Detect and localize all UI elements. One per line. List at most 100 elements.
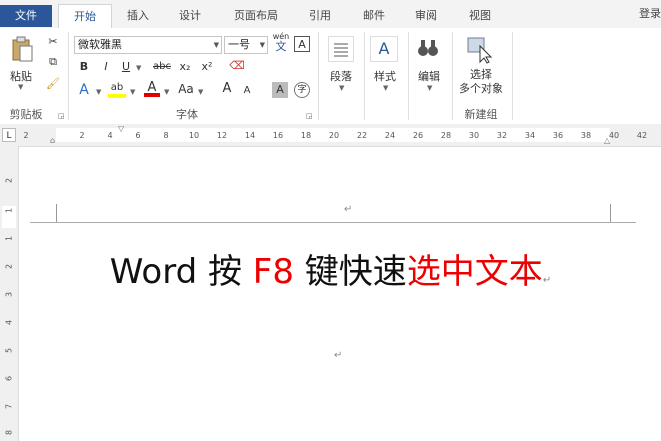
tab-mailings[interactable]: 邮件 bbox=[356, 6, 392, 26]
highlight-button[interactable]: ab bbox=[108, 80, 126, 98]
select-multiple-objects-label[interactable]: 选择 多个对象 bbox=[456, 68, 506, 96]
editing-button[interactable] bbox=[416, 36, 440, 60]
group-divider bbox=[452, 32, 453, 120]
font-color-dropdown-icon[interactable]: ▼ bbox=[164, 88, 169, 96]
subscript-button[interactable]: x₂ bbox=[176, 59, 194, 75]
chevron-down-icon: ▼ bbox=[259, 41, 265, 49]
font-size-combo[interactable]: 一号 ▼ bbox=[224, 36, 268, 54]
select-label-line2: 多个对象 bbox=[459, 82, 503, 95]
ruler-tick-label: 26 bbox=[412, 131, 424, 140]
styles-label[interactable]: 样式 bbox=[368, 68, 402, 84]
select-multiple-objects-button[interactable] bbox=[466, 36, 494, 64]
tab-references[interactable]: 引用 bbox=[302, 6, 338, 26]
italic-button[interactable]: I bbox=[98, 59, 114, 75]
ruler-tick-label: 18 bbox=[300, 131, 312, 140]
paste-button[interactable] bbox=[10, 36, 34, 64]
tab-home[interactable]: 开始 bbox=[58, 4, 112, 28]
left-indent-marker-icon[interactable]: ⌂ bbox=[50, 136, 55, 145]
paragraph-dropdown-icon[interactable]: ▼ bbox=[339, 84, 344, 92]
paragraph-button[interactable] bbox=[328, 36, 354, 62]
enclose-characters-button[interactable]: 字 bbox=[294, 82, 310, 98]
superscript-button[interactable]: x² bbox=[198, 59, 216, 75]
strikethrough-button[interactable]: abc bbox=[150, 59, 174, 75]
ruler-tick-label: 42 bbox=[636, 131, 648, 140]
vertical-ruler-tick-label: 1 bbox=[4, 207, 14, 214]
vertical-ruler-tick-label: 5 bbox=[4, 347, 14, 354]
tab-review[interactable]: 审阅 bbox=[408, 6, 444, 26]
heading-text-red: F8 bbox=[252, 252, 294, 292]
header-boundary-line bbox=[30, 222, 636, 223]
paragraph-mark: ↵ bbox=[344, 204, 353, 215]
format-painter-icon[interactable]: 🖌 bbox=[44, 76, 62, 92]
header-crop-mark bbox=[610, 204, 611, 222]
styles-icon[interactable]: A bbox=[370, 36, 398, 62]
ruler-tick-label: 22 bbox=[356, 131, 368, 140]
editing-label[interactable]: 编辑 bbox=[412, 68, 446, 84]
tab-design[interactable]: 设计 bbox=[172, 6, 208, 26]
binoculars-icon bbox=[418, 40, 438, 56]
text-effects-button[interactable]: A bbox=[76, 82, 92, 98]
character-shading-button[interactable]: A bbox=[272, 82, 288, 98]
change-case-dropdown-icon[interactable]: ▼ bbox=[198, 88, 203, 96]
group-divider bbox=[512, 32, 513, 120]
highlight-dropdown-icon[interactable]: ▼ bbox=[130, 88, 135, 96]
editing-dropdown-icon[interactable]: ▼ bbox=[427, 84, 432, 92]
paste-label[interactable]: 粘贴 bbox=[6, 68, 36, 84]
clear-formatting-icon[interactable]: ⌫ bbox=[228, 58, 246, 74]
tab-file[interactable]: 文件 bbox=[0, 5, 52, 27]
font-name-combo[interactable]: 微软雅黑 ▼ bbox=[74, 36, 222, 54]
change-case-button[interactable]: Aa bbox=[176, 81, 196, 97]
clipboard-launcher-icon[interactable]: ◲ bbox=[58, 112, 65, 120]
underline-dropdown-icon[interactable]: ▼ bbox=[136, 64, 141, 72]
paragraph-align-icon bbox=[334, 43, 348, 57]
ruler-tick-label: 30 bbox=[468, 131, 480, 140]
ruler-tick-label: 2 bbox=[23, 131, 29, 140]
grow-font-button[interactable]: A bbox=[220, 81, 234, 97]
highlight-color-bar bbox=[108, 94, 126, 98]
font-size-value: 一号 bbox=[228, 38, 250, 51]
vertical-ruler-tick-label: 1 bbox=[4, 235, 14, 242]
document-heading[interactable]: Word 按 F8 键快速选中文本↵ bbox=[0, 244, 661, 293]
login-link[interactable]: 登录 bbox=[636, 4, 661, 24]
tab-view[interactable]: 视图 bbox=[462, 6, 498, 26]
first-line-indent-marker-icon[interactable]: ▽ bbox=[118, 124, 124, 133]
underline-button[interactable]: U bbox=[118, 59, 134, 75]
ruler-tick-label: 12 bbox=[216, 131, 228, 140]
font-color-label: A bbox=[147, 80, 157, 95]
character-border-button[interactable]: A bbox=[294, 36, 310, 52]
phonetic-guide-button[interactable]: wén 文 bbox=[272, 32, 290, 53]
ruler-tick-label: 38 bbox=[580, 131, 592, 140]
group-divider bbox=[408, 32, 409, 120]
copy-icon[interactable]: ⧉ bbox=[44, 54, 62, 70]
heading-text-red: 选中文本 bbox=[406, 252, 543, 292]
font-group-label: 字体 bbox=[176, 108, 198, 121]
tab-insert[interactable]: 插入 bbox=[120, 6, 156, 26]
font-launcher-icon[interactable]: ◲ bbox=[306, 112, 313, 120]
styles-dropdown-icon[interactable]: ▼ bbox=[383, 84, 388, 92]
ruler-tick-label: 32 bbox=[496, 131, 508, 140]
text-effects-dropdown-icon[interactable]: ▼ bbox=[96, 88, 101, 96]
vertical-ruler-tick-label: 4 bbox=[4, 319, 14, 326]
right-indent-marker-icon[interactable]: △ bbox=[604, 136, 610, 145]
ribbon: 粘贴 ▼ ✂ ⧉ 🖌 剪贴板 ◲ 微软雅黑 ▼ 一号 ▼ wén 文 A B I… bbox=[0, 28, 661, 125]
phonetic-guide-char: 文 bbox=[275, 40, 287, 53]
ruler-tick-label: 36 bbox=[552, 131, 564, 140]
font-name-value: 微软雅黑 bbox=[78, 38, 122, 51]
tab-selector-button[interactable]: L bbox=[2, 128, 16, 142]
group-divider bbox=[318, 32, 319, 120]
tab-page-layout[interactable]: 页面布局 bbox=[226, 6, 286, 26]
ruler-tick-label: 8 bbox=[163, 131, 169, 140]
clipboard-icon bbox=[12, 36, 33, 62]
shrink-font-button[interactable]: A bbox=[240, 83, 254, 99]
ruler-tick-label: 14 bbox=[244, 131, 256, 140]
ruler-tick-label: 2 bbox=[79, 131, 85, 140]
clipboard-group-label: 剪贴板 bbox=[9, 108, 43, 121]
bold-button[interactable]: B bbox=[76, 59, 92, 75]
vertical-ruler-tick-label: 6 bbox=[4, 375, 14, 382]
cut-icon[interactable]: ✂ bbox=[44, 34, 62, 50]
paragraph-label[interactable]: 段落 bbox=[324, 68, 358, 84]
group-divider bbox=[364, 32, 365, 120]
font-color-button[interactable]: A bbox=[144, 80, 160, 97]
select-objects-icon bbox=[467, 37, 493, 64]
paste-dropdown-icon[interactable]: ▼ bbox=[18, 83, 23, 91]
